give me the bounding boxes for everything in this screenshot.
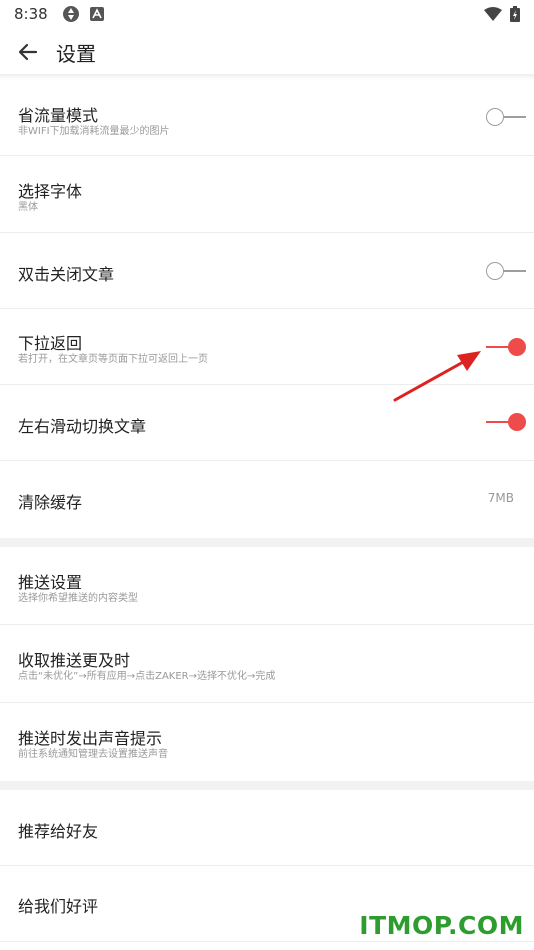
setting-font[interactable]: 选择字体 黑体: [0, 156, 534, 233]
status-left-icons: [62, 5, 104, 23]
setting-data-saver[interactable]: 省流量模式 非WIFI下加载消耗流量最少的图片: [0, 80, 534, 156]
section-divider: [0, 538, 534, 547]
battery-icon: [510, 6, 520, 22]
sync-icon: [62, 6, 79, 22]
status-bar: 8:38: [0, 0, 534, 28]
setting-title: 推荐给好友: [18, 822, 99, 841]
setting-title: 清除缓存: [18, 493, 83, 512]
setting-title: 给我们好评: [18, 897, 99, 916]
status-right-icons: [484, 6, 520, 22]
wifi-icon: [484, 7, 502, 21]
setting-push-sound[interactable]: 推送时发出声音提示 前往系统通知管理去设置推送声音: [0, 703, 534, 781]
a-icon: [89, 7, 104, 21]
cache-size-value: 7MB: [487, 491, 514, 505]
arrow-left-icon: [18, 43, 38, 61]
setting-subtitle: 黑体: [18, 202, 38, 213]
toggle-knob: [508, 413, 526, 431]
setting-subtitle: 若打开，在文章页等页面下拉可返回上一页: [18, 354, 208, 365]
setting-subtitle: 前往系统通知管理去设置推送声音: [18, 749, 168, 760]
toggle-knob: [486, 262, 504, 280]
setting-subtitle: 非WIFI下加载消耗流量最少的图片: [18, 126, 170, 137]
section-divider: [0, 781, 534, 790]
setting-receive-push[interactable]: 收取推送更及时 点击“未优化”→所有应用→点击ZAKER→选择不优化→完成: [0, 625, 534, 703]
setting-subtitle: 选择你希望推送的内容类型: [18, 593, 138, 604]
setting-recommend[interactable]: 推荐给好友: [0, 790, 534, 866]
back-button[interactable]: [0, 30, 56, 74]
setting-subtitle: 点击“未优化”→所有应用→点击ZAKER→选择不优化→完成: [18, 671, 276, 682]
setting-clear-cache[interactable]: 清除缓存 7MB: [0, 461, 534, 538]
double-tap-close-toggle[interactable]: [486, 261, 526, 281]
pull-back-toggle[interactable]: [486, 337, 526, 357]
page-title: 设置: [56, 41, 96, 66]
setting-title: 双击关闭文章: [18, 265, 115, 284]
toggle-knob: [508, 338, 526, 356]
swipe-switch-toggle[interactable]: [486, 412, 526, 432]
app-bar: 设置: [0, 30, 534, 74]
setting-title: 左右滑动切换文章: [18, 417, 147, 436]
data-saver-toggle[interactable]: [486, 107, 526, 127]
status-time: 8:38: [14, 5, 48, 23]
toggle-knob: [486, 108, 504, 126]
annotation-arrow-icon: [393, 351, 481, 402]
setting-double-tap-close[interactable]: 双击关闭文章: [0, 233, 534, 309]
setting-push-settings[interactable]: 推送设置 选择你希望推送的内容类型: [0, 547, 534, 625]
watermark-logo: ITMOP.COM: [359, 911, 524, 940]
